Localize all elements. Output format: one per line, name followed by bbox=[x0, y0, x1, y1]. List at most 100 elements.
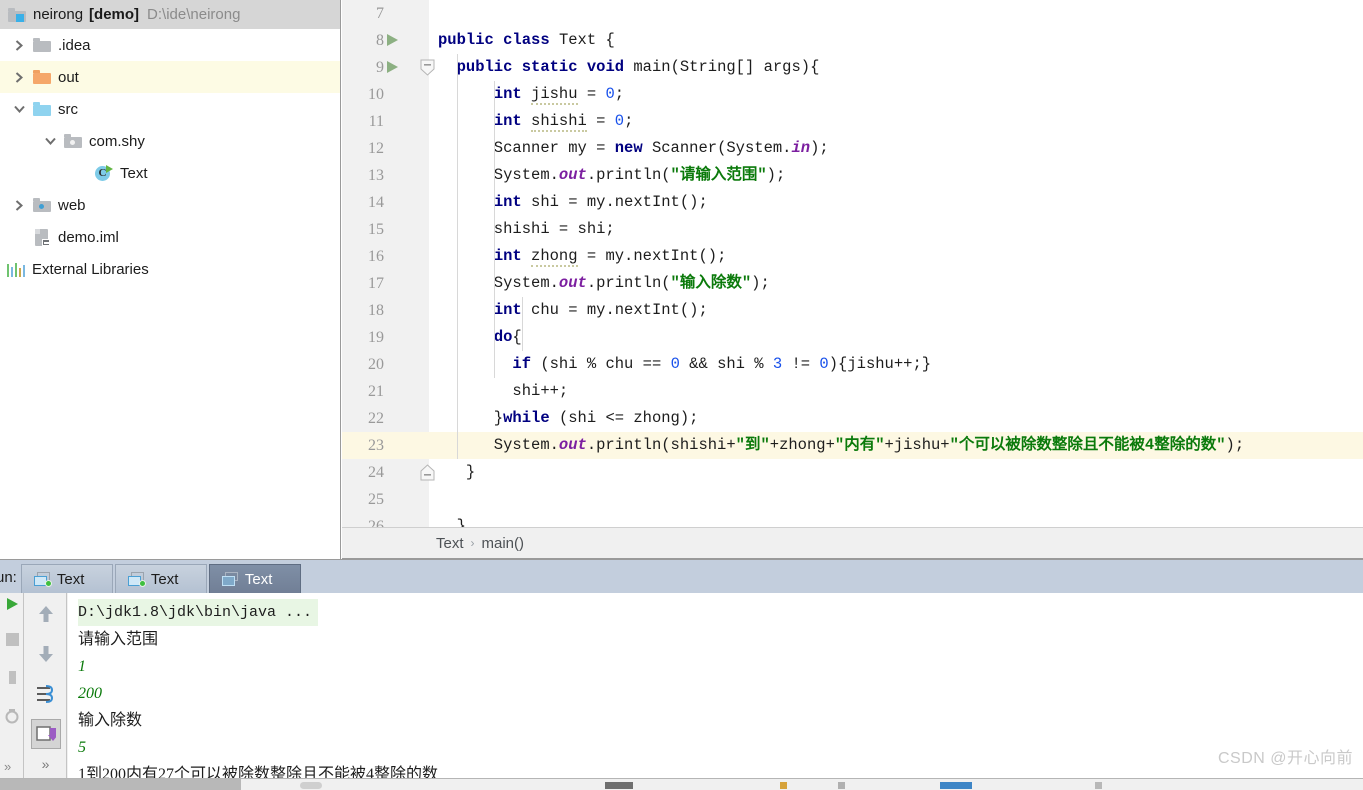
gutter-line[interactable]: 7 bbox=[342, 0, 429, 27]
up-arrow-icon[interactable] bbox=[31, 599, 61, 629]
console-line-text: D:\jdk1.8\jdk\bin\java ... bbox=[78, 599, 319, 626]
run-tab[interactable]: Text bbox=[20, 564, 113, 593]
code-editor[interactable]: 7 8 9 10 11 12 13 14 15 16 17 18 19 20 21 22 23 24 25 26 pu… bbox=[342, 0, 1363, 527]
code-line[interactable]: public class Text { bbox=[429, 27, 1363, 54]
breadcrumb-class[interactable]: Text bbox=[436, 535, 464, 552]
editor-code-area[interactable]: public class Text { public static void m… bbox=[429, 0, 1363, 527]
gutter-line[interactable]: 16 bbox=[342, 243, 429, 270]
code-line[interactable]: int jishu = 0; bbox=[429, 81, 1363, 108]
code-line[interactable]: } bbox=[429, 459, 1363, 486]
taskbar-item[interactable] bbox=[838, 782, 845, 789]
code-line[interactable]: shi++; bbox=[429, 378, 1363, 405]
gutter-line[interactable]: 15 bbox=[342, 216, 429, 243]
iml-file-icon bbox=[30, 228, 54, 246]
tree-item-external-libraries[interactable]: External Libraries bbox=[0, 253, 340, 285]
run-tab-active[interactable]: Text bbox=[208, 564, 301, 593]
gutter-line[interactable]: 25 bbox=[342, 486, 429, 513]
indent-guide bbox=[522, 297, 523, 351]
gutter-line[interactable]: 24 bbox=[342, 459, 435, 486]
rail-more-button[interactable]: » bbox=[4, 759, 11, 774]
stop-icon[interactable] bbox=[0, 633, 24, 646]
taskbar-item[interactable] bbox=[780, 782, 787, 789]
gutter-line[interactable]: 9 bbox=[342, 54, 435, 81]
gutter-line[interactable]: 18 bbox=[342, 297, 429, 324]
console-output[interactable]: D:\jdk1.8\jdk\bin\java ... 请输入范围 1 200 输入除数 5… bbox=[68, 593, 1363, 778]
down-arrow-icon[interactable] bbox=[31, 639, 61, 669]
tree-item-web[interactable]: web bbox=[0, 189, 340, 221]
gutter-line[interactable]: 8 bbox=[342, 27, 429, 54]
console-toolbar-more-button[interactable]: » bbox=[42, 756, 50, 772]
gutter-line[interactable]: 26 bbox=[342, 513, 429, 528]
project-header[interactable]: neirong [demo] D:\ide\neirong bbox=[0, 0, 340, 29]
code-line[interactable]: Scanner my = new Scanner(System.in); bbox=[429, 135, 1363, 162]
tree-item-label: src bbox=[58, 100, 78, 118]
taskbar-item[interactable] bbox=[940, 782, 972, 789]
code-line[interactable]: System.out.println("输入除数"); bbox=[429, 270, 1363, 297]
tree-item-text[interactable]: C Text bbox=[0, 157, 340, 189]
code-token: "个可以被除数整除且不能被4整除的数" bbox=[949, 436, 1226, 454]
gutter-line[interactable]: 21 bbox=[342, 378, 429, 405]
code-token: zhong bbox=[531, 247, 578, 267]
chevron-down-icon[interactable] bbox=[8, 105, 30, 113]
code-line[interactable]: System.out.println("请输入范围"); bbox=[429, 162, 1363, 189]
run-tab[interactable]: Text bbox=[114, 564, 207, 593]
code-line[interactable]: if (shi % chu == 0 && shi % 3 != 0){jish… bbox=[429, 351, 1363, 378]
chevron-right-icon[interactable] bbox=[8, 199, 30, 211]
code-token: Text { bbox=[558, 31, 615, 49]
code-token: shishi = shi; bbox=[438, 220, 615, 238]
line-number: 7 bbox=[376, 4, 384, 22]
rerun-icon[interactable] bbox=[0, 597, 24, 611]
editor-gutter[interactable]: 7 8 9 10 11 12 13 14 15 16 17 18 19 20 21 22 23 24 25 26 bbox=[342, 0, 435, 528]
scroll-to-end-icon[interactable] bbox=[30, 719, 61, 749]
code-line[interactable] bbox=[429, 486, 1363, 513]
code-line[interactable]: do{ bbox=[429, 324, 1363, 351]
run-actions-rail[interactable]: » bbox=[0, 593, 24, 778]
gutter-line[interactable]: 10 bbox=[342, 81, 429, 108]
gutter-line[interactable]: 13 bbox=[342, 162, 429, 189]
gutter-line[interactable]: 17 bbox=[342, 270, 429, 297]
tree-item-src[interactable]: src bbox=[0, 93, 340, 125]
tree-item-out[interactable]: out bbox=[0, 61, 340, 93]
chevron-down-icon[interactable] bbox=[39, 137, 61, 145]
code-line[interactable]: }while (shi <= zhong); bbox=[429, 405, 1363, 432]
code-token: in bbox=[791, 139, 811, 157]
soft-wrap-icon[interactable] bbox=[31, 679, 61, 709]
breadcrumb-method[interactable]: main() bbox=[482, 535, 525, 552]
taskbar-item[interactable] bbox=[605, 782, 633, 789]
tree-item-com-shy[interactable]: com.shy bbox=[0, 125, 340, 157]
gutter-line[interactable]: 11 bbox=[342, 108, 429, 135]
dump-threads-icon[interactable] bbox=[0, 709, 24, 724]
code-line[interactable]: int chu = my.nextInt(); bbox=[429, 297, 1363, 324]
breadcrumb[interactable]: Text › main() bbox=[342, 527, 1363, 559]
code-token: = bbox=[577, 85, 606, 103]
gutter-line[interactable]: 14 bbox=[342, 189, 429, 216]
code-line[interactable]: int shi = my.nextInt(); bbox=[429, 189, 1363, 216]
taskbar-item[interactable] bbox=[1095, 782, 1102, 789]
taskbar-item[interactable] bbox=[300, 782, 322, 789]
code-line[interactable]: } bbox=[429, 513, 1363, 527]
console-toolbar[interactable]: » bbox=[25, 593, 67, 778]
tree-item-idea[interactable]: .idea bbox=[0, 29, 340, 61]
code-line[interactable]: shishi = shi; bbox=[429, 216, 1363, 243]
chevron-right-icon[interactable] bbox=[8, 39, 30, 51]
run-gutter-icon[interactable] bbox=[387, 34, 398, 46]
gutter-line[interactable]: 23 bbox=[342, 432, 429, 459]
gutter-line[interactable]: 19 bbox=[342, 324, 429, 351]
gutter-line[interactable]: 22 bbox=[342, 405, 429, 432]
pause-icon[interactable] bbox=[0, 671, 24, 684]
chevron-right-icon[interactable] bbox=[8, 71, 30, 83]
code-token: public bbox=[438, 58, 522, 76]
code-token: = bbox=[586, 112, 615, 130]
code-token: int bbox=[493, 301, 532, 319]
run-gutter-icon[interactable] bbox=[387, 61, 398, 73]
gutter-line[interactable]: 12 bbox=[342, 135, 429, 162]
code-line[interactable]: int zhong = my.nextInt(); bbox=[429, 243, 1363, 270]
code-line[interactable] bbox=[429, 0, 1363, 27]
tree-item-demo-iml[interactable]: demo.iml bbox=[0, 221, 340, 253]
gutter-line[interactable]: 20 bbox=[342, 351, 429, 378]
code-line[interactable]: System.out.println(shishi+"到"+zhong+"内有"… bbox=[429, 432, 1363, 459]
code-line[interactable]: int shishi = 0; bbox=[429, 108, 1363, 135]
code-token: } bbox=[438, 463, 476, 481]
code-line[interactable]: public static void main(String[] args){ bbox=[429, 54, 1363, 81]
